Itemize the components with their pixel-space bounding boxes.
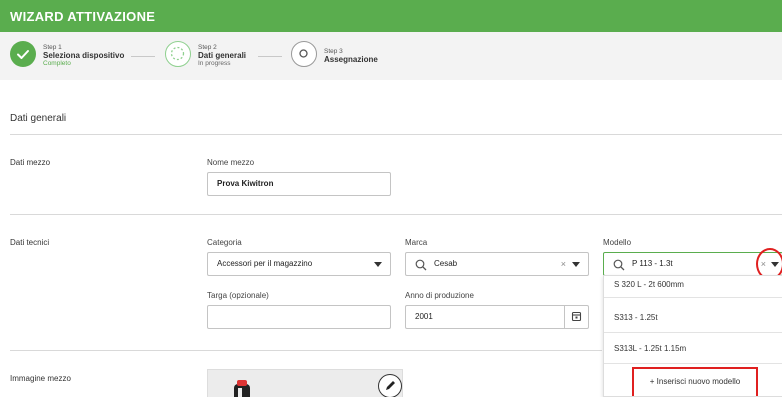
nome-mezzo-label: Nome mezzo [207,158,255,167]
wizard-header: WIZARD ATTIVAZIONE [0,0,782,32]
categoria-value: Accessori per il magazzino [217,259,313,268]
step-2-status: In progress [198,60,231,67]
nome-mezzo-value: Prova Kiwitron [217,179,274,188]
divider [604,332,782,333]
step-connector [258,56,282,57]
divider [10,134,782,135]
dropdown-option[interactable]: S313L - 1.25t 1.15m [614,344,686,353]
add-new-model-button[interactable]: + Inserisci nuovo modello [632,367,758,396]
nome-mezzo-input[interactable]: Prova Kiwitron [207,172,391,196]
step-1-number: Step 1 [43,44,62,51]
modello-dropdown: S 320 L - 2t 600mm S313 - 1.25t S313L - … [603,275,782,397]
forklift-icon [234,380,250,397]
immagine-mezzo-label: Immagine mezzo [10,374,71,383]
search-icon [415,258,427,280]
pencil-icon [386,381,395,390]
edit-image-button[interactable] [378,374,402,397]
anno-value: 2001 [415,312,433,321]
clear-icon[interactable]: × [561,253,566,275]
step-2-number: Step 2 [198,44,217,51]
dati-mezzo-label: Dati mezzo [10,158,51,167]
vehicle-image [207,369,403,397]
categoria-label: Categoria [207,238,242,247]
marca-label: Marca [405,238,428,247]
targa-label: Targa (opzionale) [207,291,269,300]
section-title: Dati generali [10,113,67,124]
targa-input[interactable] [207,305,391,329]
step-connector [131,56,155,57]
pending-icon [291,41,317,67]
progress-icon [165,41,191,67]
modello-label: Modello [603,238,632,247]
categoria-select[interactable]: Accessori per il magazzino [207,252,391,276]
step-2-title: Dati generali [198,51,247,60]
dati-tecnici-label: Dati tecnici [10,238,50,247]
wizard-stepper: Step 1 Seleziona dispositivo Completo St… [0,32,782,80]
divider [10,214,782,215]
step-1-title: Seleziona dispositivo [43,51,125,60]
marca-select[interactable]: Cesab × [405,252,589,276]
anno-input[interactable]: 2001 [405,305,589,329]
check-icon [10,41,36,67]
divider [10,350,602,351]
step-3-number: Step 3 [324,48,343,55]
chevron-down-icon [374,262,382,267]
calendar-icon[interactable] [564,306,588,328]
anno-label: Anno di produzione [405,291,474,300]
wizard-title: WIZARD ATTIVAZIONE [10,9,156,24]
dropdown-option[interactable]: S313 - 1.25t [614,313,658,322]
dropdown-option[interactable]: S 320 L - 2t 600mm [614,280,684,289]
divider [604,297,782,298]
chevron-down-icon[interactable] [572,262,580,267]
step-1-status: Completo [43,60,71,67]
step-3-title: Assegnazione [324,55,378,64]
divider [604,363,782,364]
